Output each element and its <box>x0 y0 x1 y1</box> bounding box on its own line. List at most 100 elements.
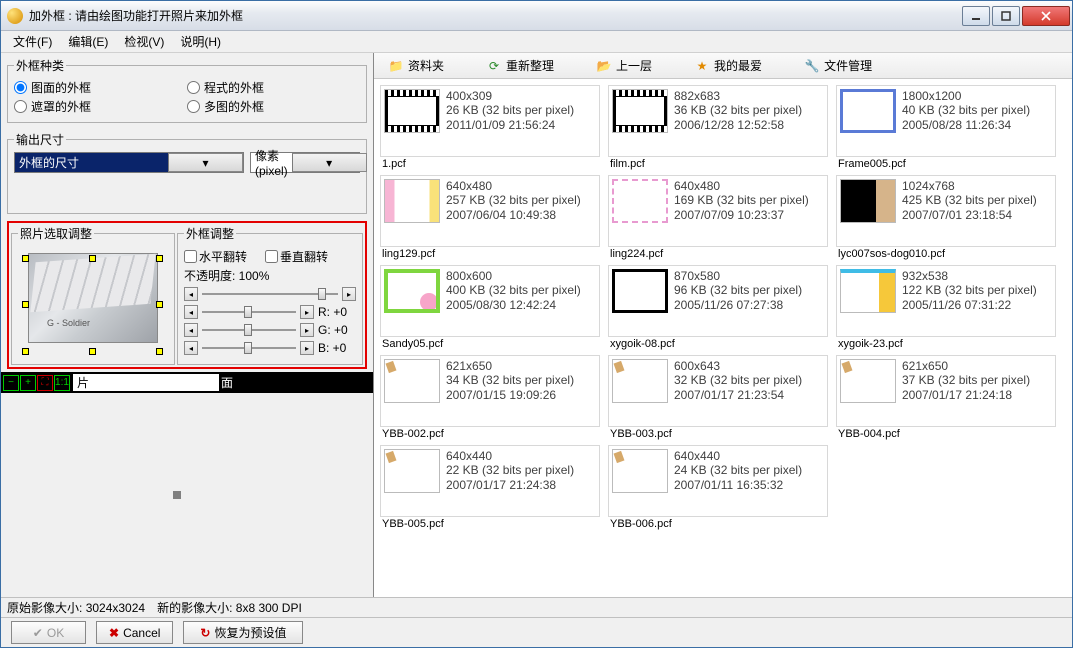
checkbox-flip-h[interactable]: 水平翻转 <box>184 248 247 265</box>
right-panel: 📁资料夹 ⟳重新整理 📂上一层 ★我的最爱 🔧文件管理 400x30926 KB… <box>374 53 1072 597</box>
gallery-item-name: YBB-006.pcf <box>608 517 832 531</box>
gallery-item-info: 400x30926 KB (32 bits per pixel)2011/01/… <box>446 89 596 138</box>
frame-adjust-group: 外框调整 水平翻转 垂直翻转 不透明度: 100% ◂ ▸ ◂ <box>177 225 363 365</box>
actual-size-icon[interactable]: 1:1 <box>54 375 70 391</box>
gallery-item[interactable]: 640x44022 KB (32 bits per pixel)2007/01/… <box>380 445 600 517</box>
wrench-icon: 🔧 <box>804 58 820 74</box>
maximize-button[interactable] <box>992 6 1020 26</box>
gallery-item[interactable]: 621x65034 KB (32 bits per pixel)2007/01/… <box>380 355 600 427</box>
preview-canvas[interactable] <box>1 393 373 597</box>
up-icon: 📂 <box>596 58 612 74</box>
g-slider[interactable] <box>202 322 296 338</box>
gallery-item-name: ling129.pcf <box>380 247 604 261</box>
fit-icon[interactable]: ⛶ <box>37 375 53 391</box>
size-mode-dropdown[interactable]: 外框的尺寸 ▾ <box>14 152 244 173</box>
ok-button[interactable]: ✔OK <box>11 621 86 644</box>
gallery-item-info: 1024x768425 KB (32 bits per pixel)2007/0… <box>902 179 1052 228</box>
radio-frame-mask[interactable]: 遮罩的外框 <box>14 97 187 116</box>
radio-frame-multi[interactable]: 多图的外框 <box>187 97 360 116</box>
opacity-stepper-left[interactable]: ◂ <box>184 287 198 301</box>
tb-fav[interactable]: ★我的最爱 <box>686 55 770 76</box>
b-slider[interactable] <box>202 340 296 356</box>
frame-type-group: 外框种类 图面的外框 程式的外框 遮罩的外框 多图的外框 <box>7 57 367 123</box>
opacity-label: 不透明度: 100% <box>184 267 356 284</box>
star-icon: ★ <box>694 58 710 74</box>
gallery-toolbar: 📁资料夹 ⟳重新整理 📂上一层 ★我的最爱 🔧文件管理 <box>374 53 1072 79</box>
highlight-box: 照片选取调整 外框调整 <box>7 221 367 369</box>
menu-file[interactable]: 文件(F) <box>5 31 60 52</box>
reset-button[interactable]: ↻恢复为预设值 <box>183 621 303 644</box>
tb-refresh[interactable]: ⟳重新整理 <box>478 55 562 76</box>
checkbox-flip-v[interactable]: 垂直翻转 <box>265 248 328 265</box>
gallery-item-name: xygoik-23.pcf <box>836 337 1060 351</box>
tb-up[interactable]: 📂上一层 <box>588 55 660 76</box>
menubar: 文件(F) 编辑(E) 检视(V) 说明(H) <box>1 31 1072 53</box>
b-stepper-right[interactable]: ▸ <box>300 341 314 355</box>
gallery-item-name: YBB-003.pcf <box>608 427 832 441</box>
check-icon: ✔ <box>33 626 43 640</box>
cancel-button[interactable]: ✖Cancel <box>96 621 173 644</box>
radio-frame-program[interactable]: 程式的外框 <box>187 78 360 97</box>
gallery-item[interactable]: 870x58096 KB (32 bits per pixel)2005/11/… <box>608 265 828 337</box>
r-slider[interactable] <box>202 304 296 320</box>
zoom-in-icon[interactable]: + <box>20 375 36 391</box>
button-bar: ✔OK ✖Cancel ↻恢复为预设值 <box>1 617 1072 647</box>
g-stepper-left[interactable]: ◂ <box>184 323 198 337</box>
gallery-item-info: 882x68336 KB (32 bits per pixel)2006/12/… <box>674 89 824 138</box>
gallery-item[interactable]: 640x480169 KB (32 bits per pixel)2007/07… <box>608 175 828 247</box>
menu-edit[interactable]: 编辑(E) <box>60 31 116 52</box>
b-value: B: +0 <box>318 341 356 355</box>
zoom-out-icon[interactable]: − <box>3 375 19 391</box>
chevron-down-icon: ▾ <box>292 153 367 172</box>
gallery-item-info: 621x65034 KB (32 bits per pixel)2007/01/… <box>446 359 596 408</box>
b-stepper-left[interactable]: ◂ <box>184 341 198 355</box>
opacity-slider[interactable] <box>202 286 338 302</box>
gallery-item-name: Frame005.pcf <box>836 157 1060 171</box>
gallery-item-name: YBB-005.pcf <box>380 517 604 531</box>
close-button[interactable] <box>1022 6 1070 26</box>
titlebar[interactable]: 加外框 : 请由绘图功能打开照片来加外框 <box>1 1 1072 31</box>
gallery-item-info: 621x65037 KB (32 bits per pixel)2007/01/… <box>902 359 1052 408</box>
photo-select-group: 照片选取调整 <box>11 225 175 365</box>
g-value: G: +0 <box>318 323 356 337</box>
gallery-item-name: 1.pcf <box>380 157 604 171</box>
gallery-item-info: 640x480169 KB (32 bits per pixel)2007/07… <box>674 179 824 228</box>
gallery-item-name: ling224.pcf <box>608 247 832 261</box>
gallery-item-info: 640x480257 KB (32 bits per pixel)2007/06… <box>446 179 596 228</box>
gallery-item[interactable]: 400x30926 KB (32 bits per pixel)2011/01/… <box>380 85 600 157</box>
radio-frame-image[interactable]: 图面的外框 <box>14 78 187 97</box>
gallery[interactable]: 400x30926 KB (32 bits per pixel)2011/01/… <box>374 79 1072 597</box>
gallery-item-name: YBB-004.pcf <box>836 427 1060 441</box>
gallery-item[interactable]: 1800x120040 KB (32 bits per pixel)2005/0… <box>836 85 1056 157</box>
photo-crop-preview[interactable] <box>18 253 168 358</box>
gallery-item[interactable]: 600x64332 KB (32 bits per pixel)2007/01/… <box>608 355 828 427</box>
minimize-button[interactable] <box>962 6 990 26</box>
gallery-item[interactable]: 932x538122 KB (32 bits per pixel)2005/11… <box>836 265 1056 337</box>
r-value: R: +0 <box>318 305 356 319</box>
gallery-item-name: Sandy05.pcf <box>380 337 604 351</box>
tb-manage[interactable]: 🔧文件管理 <box>796 55 880 76</box>
gallery-item[interactable]: 1024x768425 KB (32 bits per pixel)2007/0… <box>836 175 1056 247</box>
statusbar: 原始影像大小: 3024x3024 新的影像大小: 8x8 300 DPI <box>1 597 1072 617</box>
gallery-item[interactable]: 640x44024 KB (32 bits per pixel)2007/01/… <box>608 445 828 517</box>
opacity-stepper-right[interactable]: ▸ <box>342 287 356 301</box>
reload-icon: ↻ <box>200 626 210 640</box>
new-size: 新的影像大小: 8x8 300 DPI <box>157 599 302 616</box>
g-stepper-right[interactable]: ▸ <box>300 323 314 337</box>
gallery-item[interactable]: 640x480257 KB (32 bits per pixel)2007/06… <box>380 175 600 247</box>
r-stepper-right[interactable]: ▸ <box>300 305 314 319</box>
gallery-item[interactable]: 800x600400 KB (32 bits per pixel)2005/08… <box>380 265 600 337</box>
orig-size: 原始影像大小: 3024x3024 <box>7 599 145 616</box>
output-size-group: 输出尺寸 外框的尺寸 ▾ 像素(pixel) ▾ <box>7 131 367 214</box>
zoom-toolbar: − + ⛶ 1:1 片 面 <box>1 372 373 393</box>
r-stepper-left[interactable]: ◂ <box>184 305 198 319</box>
gallery-item-name: YBB-002.pcf <box>380 427 604 441</box>
gallery-item[interactable]: 621x65037 KB (32 bits per pixel)2007/01/… <box>836 355 1056 427</box>
close-icon: ✖ <box>109 626 119 640</box>
menu-help[interactable]: 说明(H) <box>172 31 229 52</box>
tb-folder[interactable]: 📁资料夹 <box>380 55 452 76</box>
zoom-field-a[interactable]: 片 <box>73 374 219 391</box>
unit-dropdown[interactable]: 像素(pixel) ▾ <box>250 152 360 173</box>
gallery-item[interactable]: 882x68336 KB (32 bits per pixel)2006/12/… <box>608 85 828 157</box>
menu-view[interactable]: 检视(V) <box>116 31 172 52</box>
